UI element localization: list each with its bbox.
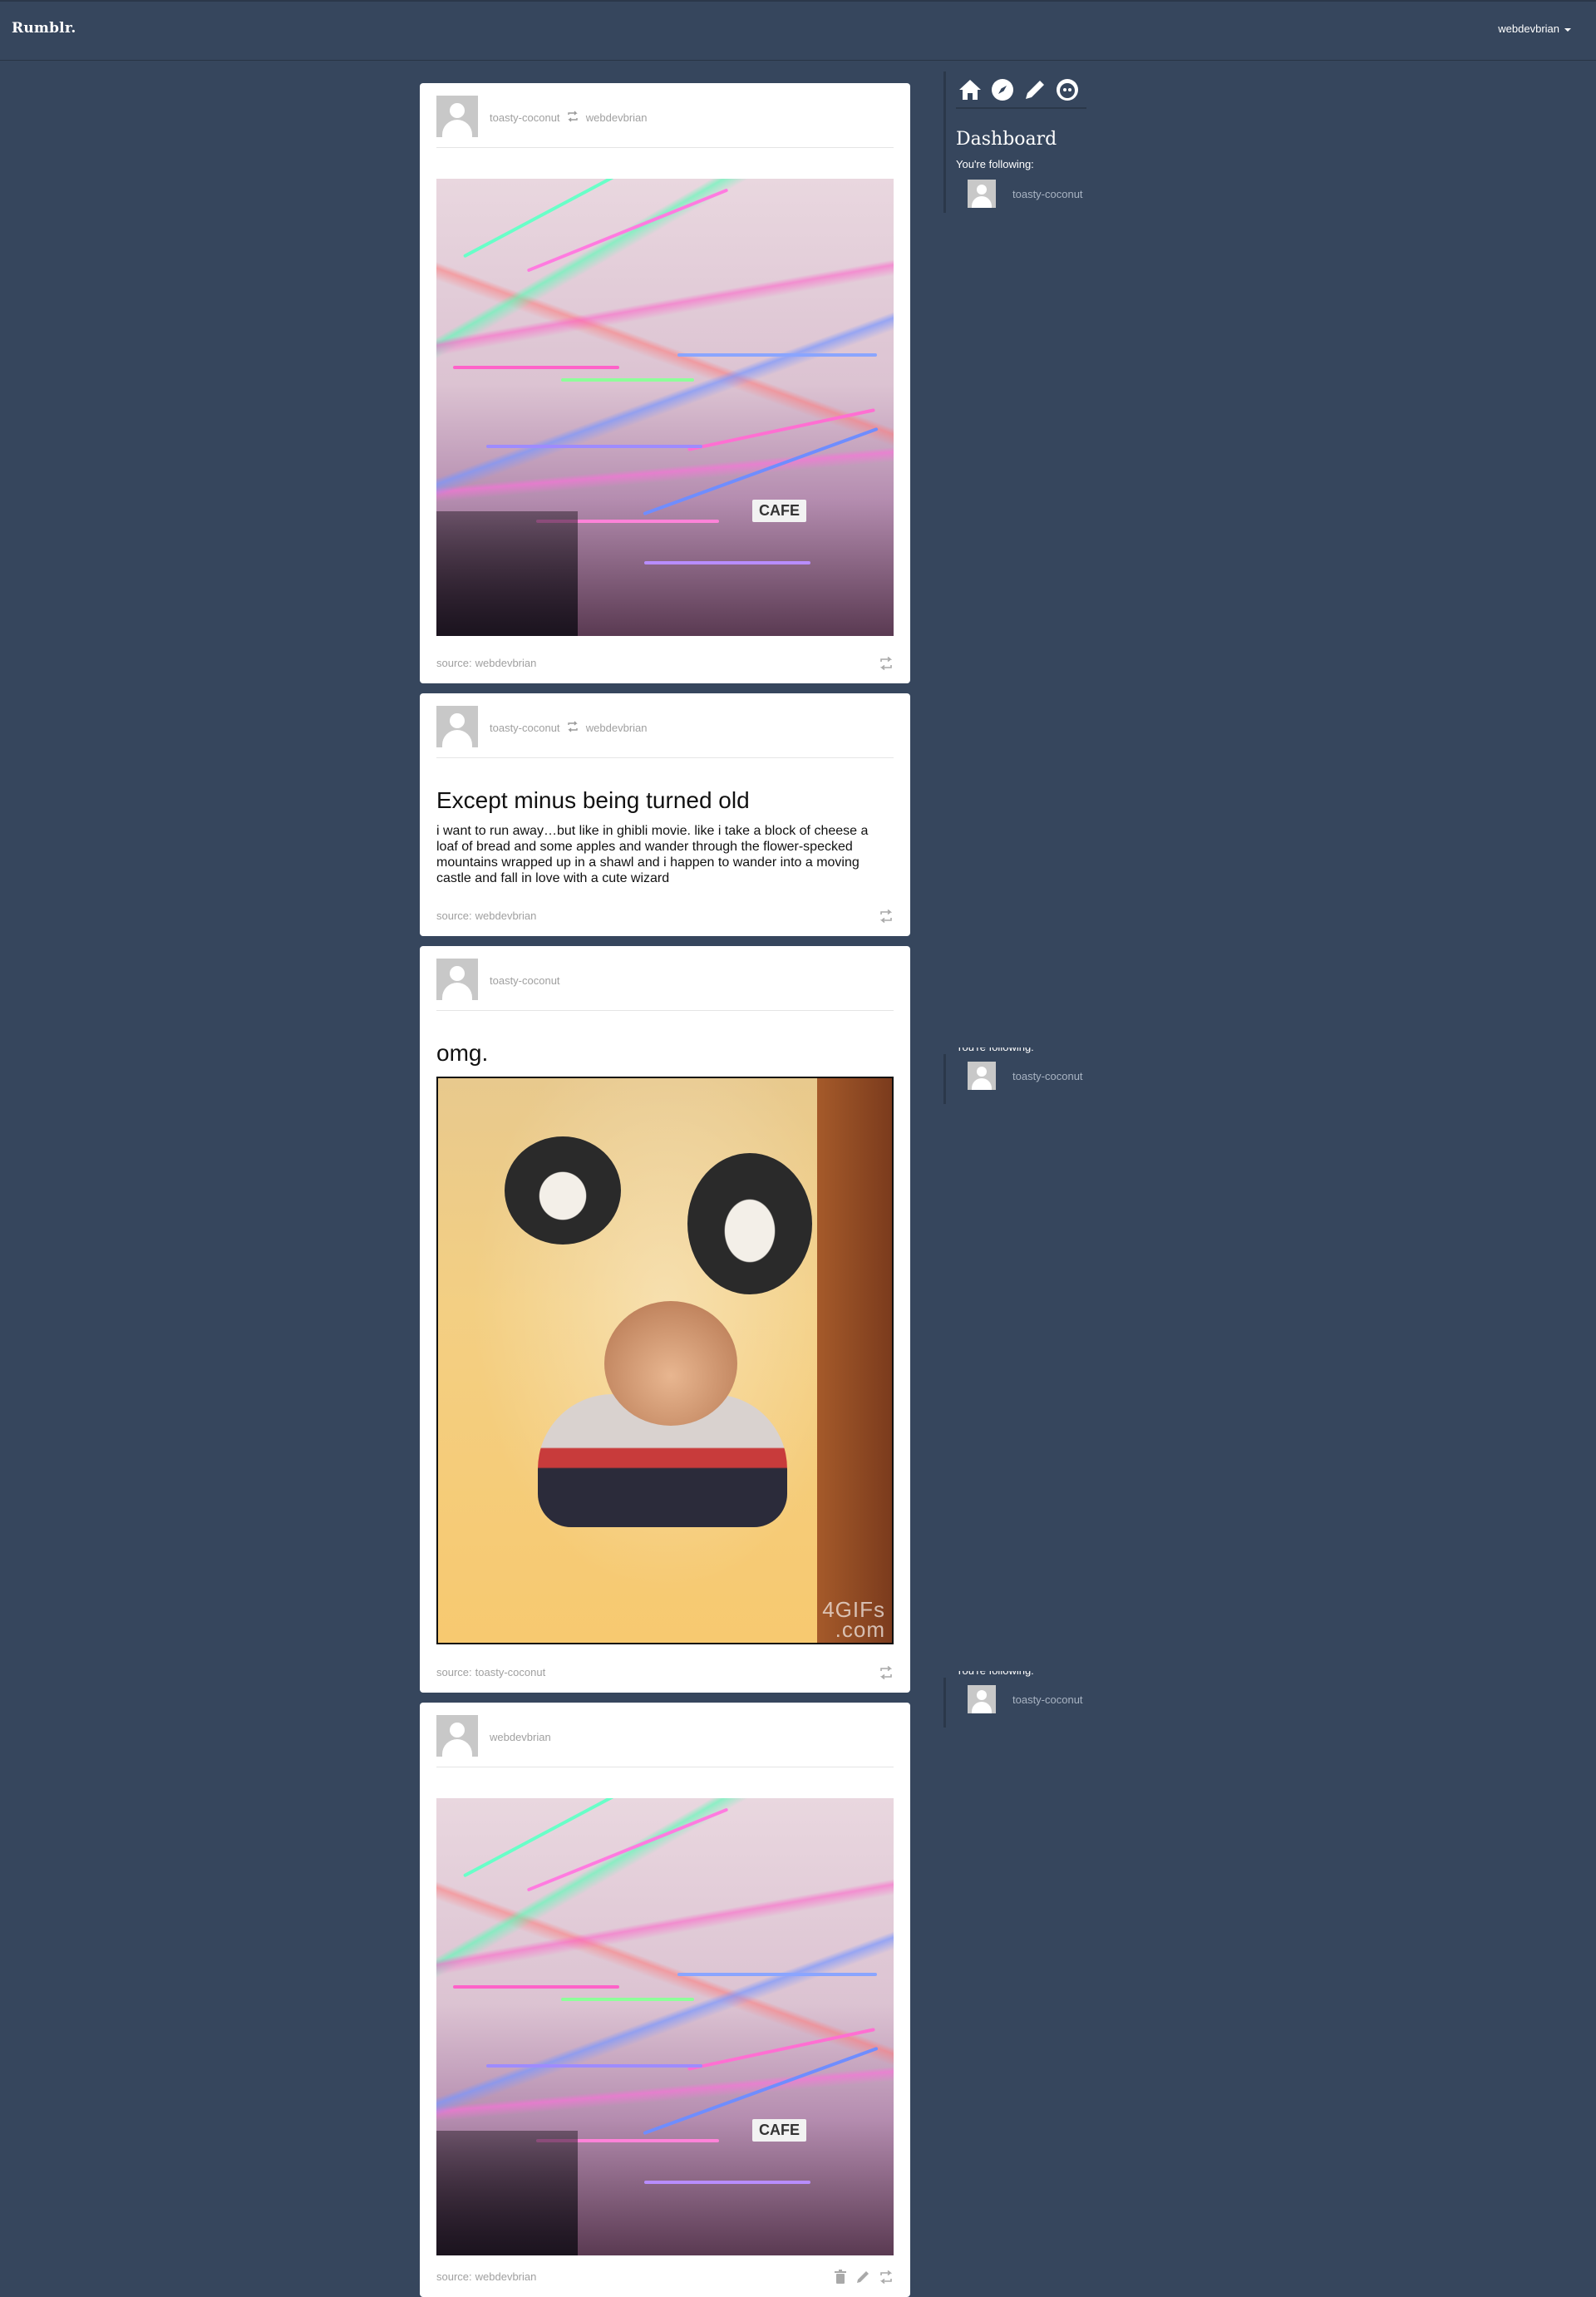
post-header: webdevbrian [436,1715,894,1767]
dashboard-title: Dashboard [956,129,1057,150]
post-title: omg. [436,1040,489,1066]
following-label: You're following: [956,158,1034,170]
user-menu-dropdown[interactable]: webdevbrian [1498,22,1571,35]
following-avatar [968,1685,996,1713]
following-label: You're following: [956,1671,1034,1678]
author-avatar[interactable] [436,959,478,1000]
post-header: toasty-coconut [436,959,894,1011]
post-photo[interactable]: CAFE [436,179,894,636]
sidebar-nav [958,76,1080,104]
compass-icon[interactable] [990,77,1015,102]
following-name: toasty-coconut [1012,1693,1083,1706]
post-footer: source: webdevbrian [436,655,894,672]
post-footer: source: webdevbrian [436,908,894,924]
post-card: toasty-coconut omg. 4GIFs .com source: to… [420,946,910,1693]
post-card: toasty-coconut webdevbrian CAFE source: w… [420,83,910,683]
following-item[interactable]: toasty-coconut [968,180,1092,209]
reblog-icon[interactable] [879,1666,894,1679]
trash-icon[interactable] [834,2270,847,2285]
following-label: You're following: [956,1047,1034,1054]
post-footer: source: toasty-coconut [436,1664,894,1681]
source-link[interactable]: webdevbrian [475,2270,537,2283]
author-link[interactable]: toasty-coconut [490,722,560,734]
reblogged-from-link[interactable]: webdevbrian [586,722,648,734]
post-source: source: webdevbrian [436,657,537,669]
post-footer: source: webdevbrian [436,2269,894,2285]
author-avatar[interactable] [436,706,478,747]
post-title: Except minus being turned old [436,787,750,813]
post-body: i want to run away…but like in ghibli mo… [436,824,869,885]
following-avatar [968,180,996,208]
home-icon[interactable] [958,77,983,102]
app-logo[interactable]: Rumblr. [12,20,76,37]
post-card: webdevbrian CAFE source: webdevbrian [420,1703,910,2297]
following-name: toasty-coconut [1012,188,1083,200]
source-link[interactable]: webdevbrian [475,909,537,922]
reblog-icon[interactable] [879,2270,894,2284]
following-name: toasty-coconut [1012,1070,1083,1082]
reblog-icon [566,721,579,735]
following-item[interactable]: toasty-coconut [968,1062,1092,1092]
author-link[interactable]: webdevbrian [490,1731,551,1743]
cafe-sign: CAFE [752,500,806,522]
post-photo[interactable]: CAFE [436,1798,894,2255]
post-source: source: webdevbrian [436,909,537,922]
post-gif[interactable]: 4GIFs .com [436,1077,894,1644]
reblog-icon [566,111,579,125]
sidebar-following-repeat: You're following: toasty-coconut [943,1047,1096,1104]
reblog-icon[interactable] [879,909,894,923]
avatar-face-icon[interactable] [1055,77,1080,102]
following-item[interactable]: toasty-coconut [968,1685,1092,1715]
reblogged-from-link[interactable]: webdevbrian [586,111,648,124]
post-source: source: webdevbrian [436,2270,537,2283]
author-link[interactable]: toasty-coconut [490,974,560,987]
post-header: toasty-coconut webdevbrian [436,96,894,148]
edit-pencil-icon[interactable] [855,2270,870,2285]
user-menu-label: webdevbrian [1498,22,1559,35]
post-source: source: toasty-coconut [436,1666,546,1678]
author-avatar[interactable] [436,1715,478,1757]
author-link[interactable]: toasty-coconut [490,111,560,124]
source-link[interactable]: toasty-coconut [475,1666,546,1678]
caret-down-icon [1564,27,1571,32]
top-navbar: Rumblr. webdevbrian [0,0,1596,60]
author-avatar[interactable] [436,96,478,137]
reblog-icon[interactable] [879,657,894,670]
gif-watermark: 4GIFs .com [822,1597,885,1642]
sidebar: Dashboard You're following: toasty-cocon… [943,71,1096,213]
post-card: toasty-coconut webdevbrian Except minus … [420,693,910,936]
source-link[interactable]: webdevbrian [475,657,537,669]
pencil-icon[interactable] [1022,77,1047,102]
cafe-sign: CAFE [752,2119,806,2142]
post-header: toasty-coconut webdevbrian [436,706,894,758]
following-avatar [968,1062,996,1090]
sidebar-following-repeat: You're following: toasty-coconut [943,1671,1096,1728]
